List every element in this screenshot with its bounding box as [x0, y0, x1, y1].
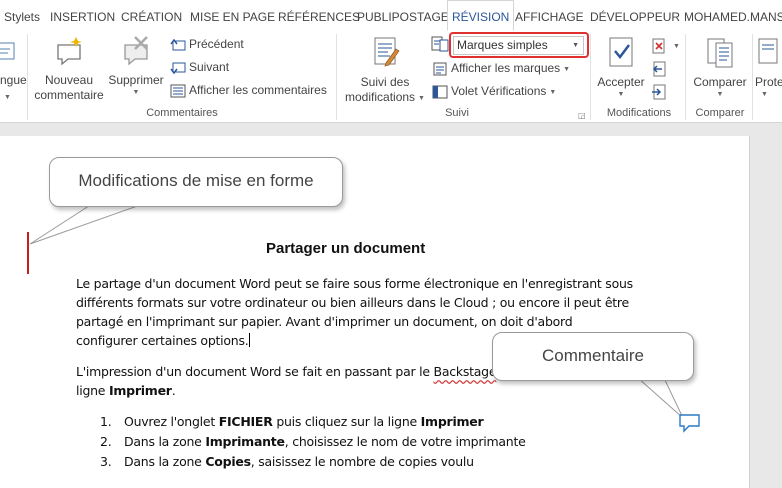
comment-balloon-icon[interactable] — [679, 414, 701, 434]
callout-format-changes: Modifications de mise en forme — [49, 157, 343, 207]
callout-comment: Commentaire — [492, 332, 694, 381]
callout-pointers — [29, 201, 684, 419]
